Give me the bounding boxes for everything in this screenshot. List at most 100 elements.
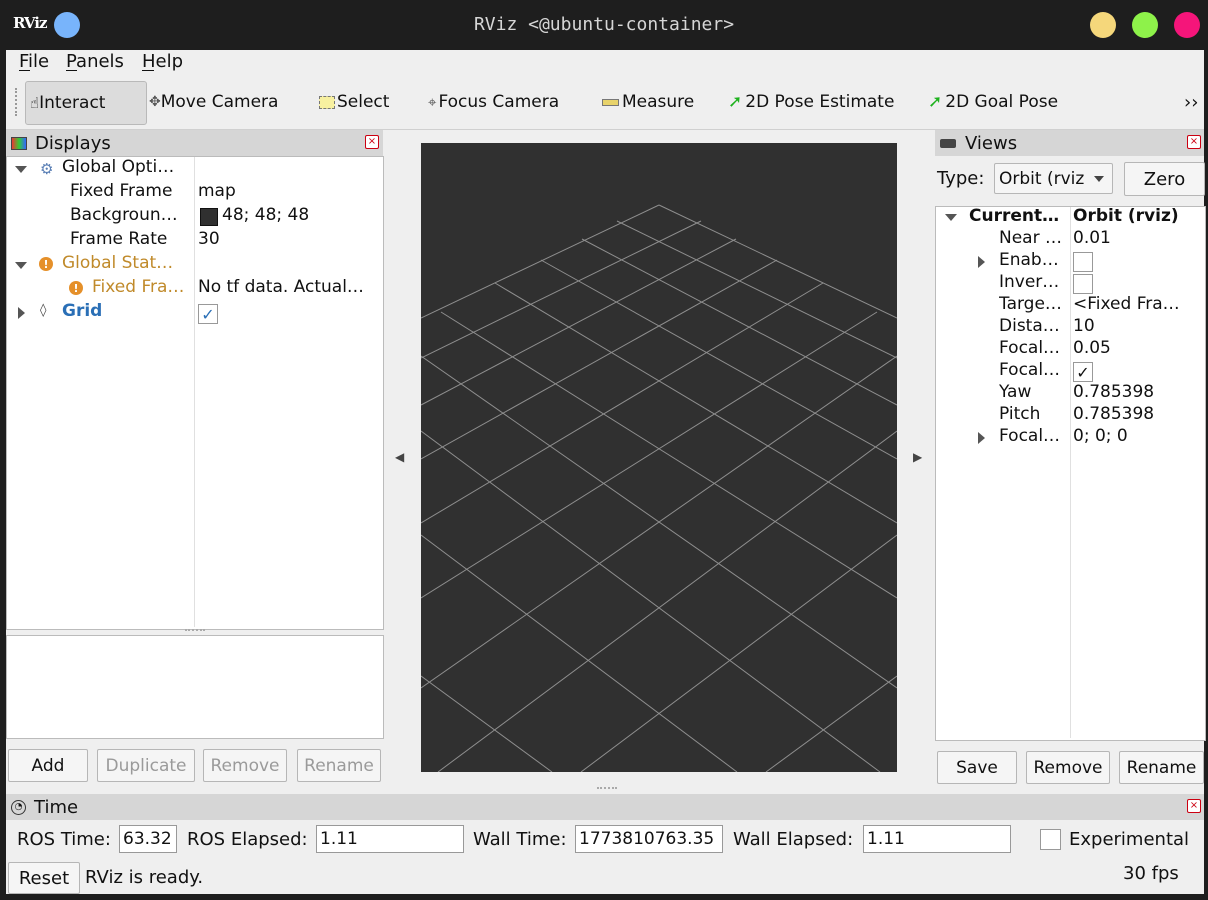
display-global-status[interactable]: Global Stat… [62,253,192,277]
display-background-value[interactable]: 48; 48; 48 [222,205,378,229]
display-frame-rate-label[interactable]: Frame Rate [70,229,192,253]
display-frame-rate-value[interactable]: 30 [198,229,378,253]
display-background-label[interactable]: Backgroun… [70,205,192,229]
view-focal-point-value[interactable]: 0; 0; 0 [1073,426,1201,450]
ros-elapsed-field[interactable]: 1.11 [316,825,464,853]
tool-focus-camera-label: Focus Camera [438,92,560,112]
tool-2d-pose-estimate[interactable]: ➚ 2D Pose Estimate [728,81,894,123]
grid-enabled-checkbox[interactable]: ✓ [198,304,218,324]
tool-select[interactable]: Select [319,81,389,123]
close-icon[interactable]: × [1187,799,1201,813]
duplicate-display-button[interactable]: Duplicate [97,749,195,782]
display-global-options[interactable]: Global Opti… [62,157,192,181]
view-target-label[interactable]: Targe… [999,294,1069,318]
ros-time-field[interactable]: 63.32 [119,825,177,853]
display-fixed-frame-label[interactable]: Fixed Frame [70,181,192,205]
menu-help-mnemonic [142,70,154,71]
view-distance-value[interactable]: 10 [1073,316,1201,340]
view-yaw-label[interactable]: Yaw [999,382,1069,406]
chevron-down-icon [1094,176,1104,182]
close-icon[interactable]: × [365,135,379,149]
tool-measure[interactable]: Measure [602,81,694,123]
tool-interact[interactable]: ☝ Interact [25,81,147,125]
expand-arrow-icon[interactable] [18,307,25,319]
reset-button[interactable]: Reset [8,862,80,894]
remove-display-button[interactable]: Remove [203,749,287,782]
view-focal-point-label[interactable]: Focal… [999,426,1069,450]
view-near-label[interactable]: Near … [999,228,1069,252]
tool-focus-camera[interactable]: ⌖ Focus Camera [428,81,559,123]
expand-arrow-icon[interactable] [978,432,985,444]
display-grid[interactable]: Grid [62,301,192,325]
fps-counter: 30 fps [1123,863,1179,884]
view-focal-shape-label[interactable]: Focal… [999,360,1069,384]
view-pitch-label[interactable]: Pitch [999,404,1069,428]
tool-interact-label: Interact [39,93,106,113]
minimize-button[interactable] [1090,12,1116,38]
view-current-value[interactable]: Orbit (rviz) [1073,206,1201,230]
views-header: Views [935,130,1204,156]
wall-elapsed-field[interactable]: 1.11 [863,825,1011,853]
tool-move-camera-label: Move Camera [160,92,279,112]
expand-arrow-icon[interactable] [945,214,957,221]
color-swatch[interactable] [200,208,218,226]
view-yaw-value[interactable]: 0.785398 [1073,382,1201,406]
view-current-label[interactable]: Current… [969,206,1069,230]
menu-help[interactable]: Help [142,51,183,72]
tool-2d-goal-pose[interactable]: ➚ 2D Goal Pose [928,81,1058,123]
displays-title: Displays [35,132,111,154]
viewport-splitter-handle[interactable] [597,787,617,793]
views-remove-button[interactable]: Remove [1026,751,1110,784]
toolbar-grip[interactable] [15,88,21,116]
rename-display-button[interactable]: Rename [297,749,381,782]
collapse-left-arrow-icon[interactable]: ◀ [395,450,404,464]
view-invert-checkbox[interactable] [1073,274,1093,294]
warning-icon: ! [69,281,83,295]
displays-column-divider[interactable] [194,157,195,627]
view-focal-size-value[interactable]: 0.05 [1073,338,1201,362]
hand-icon: ☝ [30,94,40,112]
views-rename-button[interactable]: Rename [1119,751,1204,784]
display-fixed-frame-value[interactable]: map [198,181,378,205]
views-type-select[interactable]: Orbit (rviz [994,163,1113,194]
menu-file[interactable]: File [19,51,49,72]
experimental-checkbox[interactable] [1040,829,1061,850]
views-type-label: Type: [937,168,985,189]
wall-time-field[interactable]: 1773810763.35 [575,825,723,853]
menu-file-mnemonic [19,70,30,71]
view-distance-label[interactable]: Dista… [999,316,1069,340]
wall-time-label: Wall Time: [473,829,567,850]
toolbar-overflow-button[interactable]: ›› [1184,81,1198,123]
views-zero-button[interactable]: Zero [1124,162,1205,196]
menu-panels[interactable]: Panels [66,51,124,72]
menu-panels-mnemonic [66,70,77,71]
views-column-divider[interactable] [1070,207,1071,738]
view-pitch-value[interactable]: 0.785398 [1073,404,1201,428]
ros-elapsed-label: ROS Elapsed: [187,829,308,850]
ruler-icon [602,98,619,106]
view-focal-size-label[interactable]: Focal… [999,338,1069,362]
views-save-button[interactable]: Save [937,751,1017,784]
display-fixed-frame-status[interactable]: Fixed Fra… [92,277,192,301]
expand-arrow-icon[interactable] [15,262,27,269]
tool-move-camera[interactable]: ✥ Move Camera [149,81,278,123]
render-viewport[interactable] [421,143,897,772]
view-enable-label[interactable]: Enab… [999,250,1069,274]
window-title: RViz <@ubuntu-container> [473,14,735,35]
expand-arrow-icon[interactable] [978,256,985,268]
grid-icon: ◊ [40,303,47,318]
close-window-button[interactable] [1174,12,1200,38]
views-type-value: Orbit (rviz [999,168,1085,189]
add-display-button[interactable]: Add [8,749,88,782]
maximize-button[interactable] [1132,12,1158,38]
expand-arrow-icon[interactable] [15,166,27,173]
collapse-right-arrow-icon[interactable]: ▶ [913,450,922,464]
display-fixed-frame-status-value[interactable]: No tf data. Actual… [198,277,380,301]
view-invert-label[interactable]: Inver… [999,272,1069,296]
move-arrows-icon: ✥ [149,94,161,110]
view-focal-shape-checkbox[interactable]: ✓ [1073,362,1093,382]
view-target-value[interactable]: <Fixed Fra… [1073,294,1201,318]
view-enable-checkbox[interactable] [1073,252,1093,272]
view-near-value[interactable]: 0.01 [1073,228,1201,252]
close-icon[interactable]: × [1187,135,1201,149]
